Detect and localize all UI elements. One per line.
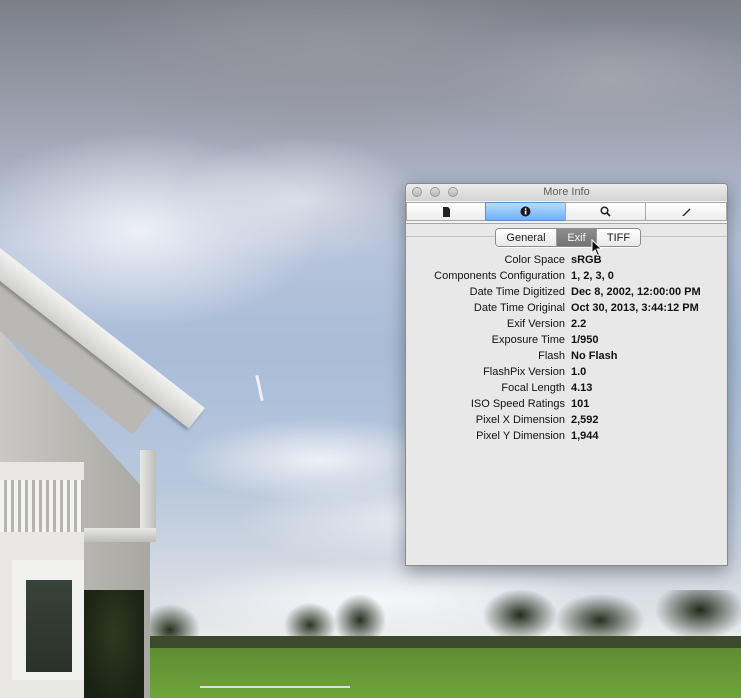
document-icon [442,206,450,217]
more-info-window: More Info General Exif TIFF Color Space … [405,183,728,566]
tab-general[interactable]: General [496,229,557,246]
mouse-cursor-icon [591,239,603,257]
table-row: Date Time Digitized Dec 8, 2002, 12:00:00… [406,284,727,300]
window-title: More Info [543,186,590,198]
toolbar-more-info-button[interactable] [485,202,566,221]
row-key: Exif Version [506,318,565,330]
info-icon [520,206,531,217]
house-window-glass [26,580,72,672]
metadata-tab-bar: General Exif TIFF [495,228,641,247]
row-key: Flash [538,350,565,362]
title-bar[interactable]: More Info [406,184,727,202]
row-key: Exposure Time [491,334,565,346]
row-value: 1/950 [571,334,599,346]
inspector-toolbar [406,201,727,224]
table-row: Components Configuration 1, 2, 3, 0 [406,268,727,284]
porch-railing [0,480,84,532]
table-row: Pixel X Dimension 2,592 [406,412,727,428]
table-row: Exposure Time 1/950 [406,332,727,348]
row-key: ISO Speed Ratings [470,398,565,410]
downpipe [140,450,156,540]
table-row: Pixel Y Dimension 1,944 [406,428,727,444]
table-row: Color Space sRGB [406,252,727,268]
exif-table: Color Space sRGB Components Configuration… [406,252,727,444]
row-value: Oct 30, 2013, 3:44:12 PM [571,302,699,314]
table-row: FlashPix Version 1.0 [406,364,727,380]
row-value: No Flash [571,350,618,362]
row-value: 101 [571,398,590,410]
row-value: 4.13 [571,382,593,394]
table-row: Date Time Original Oct 30, 2013, 3:44:12 … [406,300,727,316]
row-value: 2.2 [571,318,587,330]
row-key: Date Time Original [473,302,565,314]
toolbar-general-info-button[interactable] [406,202,486,221]
toolbar-annotations-button[interactable] [645,202,727,221]
row-key: Focal Length [501,382,565,394]
row-key: Pixel X Dimension [475,414,565,426]
row-value: Dec 8, 2002, 12:00:00 PM [571,286,701,298]
row-value: 1,944 [571,430,599,442]
row-value: 1, 2, 3, 0 [571,270,614,282]
toolbar-keywords-button[interactable] [565,202,646,221]
row-key: Date Time Digitized [469,286,565,298]
table-row: ISO Speed Ratings 101 [406,396,727,412]
row-key: Pixel Y Dimension [476,430,565,442]
row-value: 1.0 [571,366,587,378]
row-key: FlashPix Version [483,366,565,378]
magnifier-icon [600,206,611,217]
row-key: Color Space [504,254,565,266]
table-row: Focal Length 4.13 [406,380,727,396]
table-row: Flash No Flash [406,348,727,364]
pen-icon [681,208,690,216]
table-row: Exif Version 2.2 [406,316,727,332]
row-key: Components Configuration [434,270,565,282]
downpipe-elbow [82,528,156,542]
fence [200,686,350,688]
row-value: 2,592 [571,414,599,426]
bush [84,590,144,698]
